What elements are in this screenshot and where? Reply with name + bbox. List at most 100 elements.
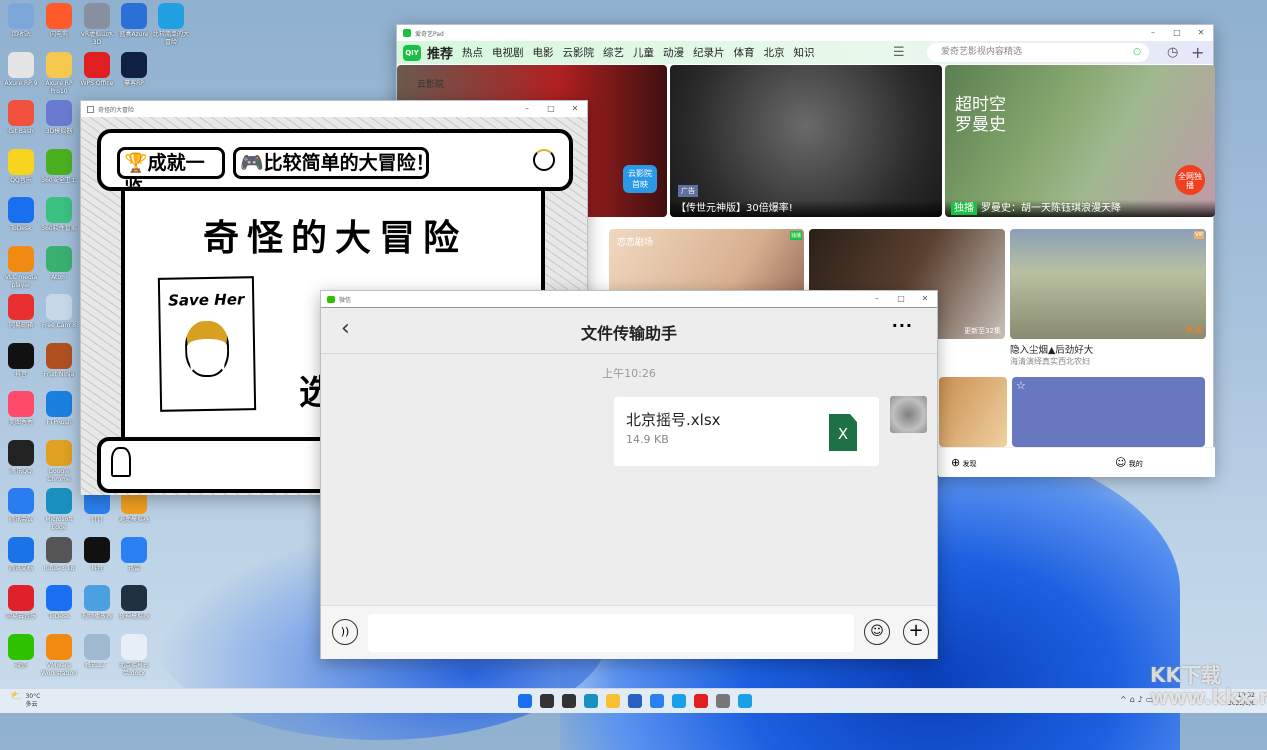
volume-icon[interactable]: ♪ bbox=[1138, 695, 1146, 704]
close-button[interactable]: ✕ bbox=[563, 101, 587, 117]
desktop-icon[interactable]: QQ音乐 bbox=[2, 148, 40, 185]
desktop-icon[interactable]: 格式工厂 bbox=[78, 633, 116, 670]
desktop-icon[interactable]: FTPRush bbox=[40, 391, 78, 427]
desktop-icon[interactable]: Microsoft Edge bbox=[40, 488, 78, 532]
search-input[interactable]: 爱奇艺影视内容精选 ○ bbox=[927, 43, 1149, 62]
wps-icon[interactable] bbox=[694, 694, 708, 708]
achievements-button[interactable]: 🏆成就一览 bbox=[117, 147, 225, 200]
nav-tab[interactable]: 儿童 bbox=[633, 45, 654, 60]
history-icon[interactable]: ◷ bbox=[1167, 45, 1178, 60]
desktop-icon[interactable]: 腾讯会议 bbox=[2, 488, 40, 524]
desktop-icon[interactable]: Atom bbox=[40, 245, 78, 282]
mode-button[interactable]: 🎮比较简单的大冒险！ bbox=[233, 147, 435, 179]
card-title[interactable]: 隐入尘烟▲后劲好大 bbox=[1010, 342, 1093, 356]
desktop-icon[interactable]: 美图秀秀 bbox=[2, 391, 40, 427]
desktop-icon[interactable]: 闪电剪 bbox=[40, 3, 78, 39]
network-icon[interactable]: ⌂ bbox=[1130, 695, 1138, 704]
edge-icon[interactable] bbox=[584, 694, 598, 708]
desktop-icon[interactable]: ToDesk bbox=[40, 585, 78, 621]
video-card[interactable]: ☆ bbox=[1012, 377, 1205, 447]
video-card[interactable]: VIP 9.6 bbox=[1010, 229, 1206, 339]
search-icon[interactable]: ○ bbox=[1133, 43, 1141, 62]
tab-mine[interactable]: ☺ 我的 bbox=[1115, 456, 1143, 469]
desktop-icon[interactable]: Google Chrome bbox=[40, 439, 78, 484]
usb-icon[interactable] bbox=[716, 694, 730, 708]
task-view-icon[interactable] bbox=[562, 694, 576, 708]
desktop-icon[interactable]: 网易云音乐 bbox=[2, 585, 40, 621]
nav-tab[interactable]: 云影院 bbox=[563, 45, 595, 60]
desktop-icon[interactable]: 微信 bbox=[2, 633, 40, 670]
desktop-icon[interactable]: 抖音 bbox=[78, 536, 116, 573]
maximize-button[interactable]: □ bbox=[539, 101, 563, 117]
maximize-button[interactable]: □ bbox=[889, 291, 913, 307]
tab-discover[interactable]: ⊕ 发现 bbox=[951, 456, 976, 469]
search-icon[interactable] bbox=[540, 694, 554, 708]
desktop-icon[interactable]: WPS Office bbox=[78, 51, 116, 88]
desktop-icon[interactable]: 回收站 bbox=[2, 3, 40, 39]
nav-tab[interactable]: 热点 bbox=[462, 45, 483, 60]
tray-overflow-icon[interactable]: ^ bbox=[1120, 695, 1130, 704]
desktop-icon[interactable]: 360安全卫士 bbox=[40, 148, 78, 185]
emoji-icon[interactable]: ☺ bbox=[864, 619, 890, 645]
desktop-icon[interactable]: 3D模拟器 bbox=[40, 100, 78, 136]
file-message[interactable]: 北京摇号.xlsx 14.9 KB X bbox=[614, 397, 879, 466]
nav-tab[interactable]: 电影 bbox=[533, 45, 554, 60]
hero-character-icon[interactable] bbox=[111, 447, 131, 477]
desktop-icon[interactable]: rufus-3.18 bbox=[40, 536, 78, 573]
star-icon[interactable]: ☆ bbox=[1016, 379, 1026, 392]
desktop-icon[interactable]: 比较简单的大冒险 bbox=[152, 3, 190, 47]
more-icon[interactable]: ··· bbox=[892, 316, 913, 335]
desktop-icon[interactable]: 网易邮箱 bbox=[2, 294, 40, 330]
minimize-button[interactable]: – bbox=[865, 291, 889, 307]
nav-tab[interactable]: 北京 bbox=[764, 45, 785, 60]
desktop-icon[interactable]: Axure RP Pro10 bbox=[40, 51, 78, 96]
desktop-icon[interactable]: 北京摇号名单.docx bbox=[115, 633, 153, 678]
add-attachment-icon[interactable]: + bbox=[903, 619, 929, 645]
nav-tab[interactable]: 知识 bbox=[794, 45, 815, 60]
desktop-icon[interactable]: 360软件管家 bbox=[40, 197, 78, 233]
nav-tab[interactable]: 纪录片 bbox=[693, 45, 725, 60]
nav-tab[interactable]: 动漫 bbox=[663, 45, 684, 60]
desktop-icon[interactable]: 腾讯文档 bbox=[2, 536, 40, 573]
voice-icon[interactable]: )) bbox=[332, 619, 358, 645]
banner-card[interactable]: 超时空罗曼史 全网独播 独播 罗曼史：胡一天陈钰琪浪漫天降 bbox=[945, 65, 1215, 217]
save-her-poster[interactable]: Save Her bbox=[157, 276, 257, 412]
desktop-icon[interactable]: 腾讯QQ bbox=[2, 439, 40, 476]
desktop-icon[interactable]: 夜神模拟器 bbox=[115, 585, 153, 621]
weather-widget[interactable]: ⛅ 30°C 多云 bbox=[10, 692, 40, 709]
start-icon[interactable] bbox=[518, 694, 532, 708]
nav-tab[interactable]: 电视剧 bbox=[492, 45, 524, 60]
minimize-button[interactable]: – bbox=[1141, 25, 1165, 41]
store-icon[interactable] bbox=[628, 694, 642, 708]
add-icon[interactable]: + bbox=[1191, 43, 1204, 62]
desktop-icon[interactable]: 迅雷 bbox=[115, 536, 153, 573]
princess-icon[interactable] bbox=[533, 149, 555, 171]
menu-icon[interactable]: ☰ bbox=[893, 45, 905, 60]
desktop-icon[interactable]: VMware Workstation bbox=[40, 633, 78, 678]
desktop-icon[interactable]: VLC media player bbox=[2, 245, 40, 290]
banner-card[interactable]: 广告 【传世元神版】30倍爆率! bbox=[670, 65, 942, 217]
desktop-icon[interactable]: VR虚拟山水3D bbox=[78, 3, 116, 47]
tool-icon[interactable] bbox=[672, 694, 686, 708]
minimize-button[interactable]: – bbox=[515, 101, 539, 117]
desktop-icon[interactable]: 蓝奏Azure bbox=[115, 3, 153, 39]
tool2-icon[interactable] bbox=[738, 694, 752, 708]
desktop-icon[interactable]: Git Bash bbox=[2, 100, 40, 136]
avatar[interactable] bbox=[890, 396, 927, 433]
desktop-icon[interactable]: Fruit Ninja bbox=[40, 342, 78, 379]
nav-tab[interactable]: 体育 bbox=[734, 45, 755, 60]
maximize-button[interactable]: □ bbox=[1165, 25, 1189, 41]
nav-tab[interactable]: 综艺 bbox=[603, 45, 624, 60]
desktop-icon[interactable]: ToDesk bbox=[2, 197, 40, 233]
desktop-icon[interactable]: 摹客RP bbox=[115, 51, 153, 88]
desktop-icon[interactable]: 视频播放器 bbox=[78, 585, 116, 621]
nav-tab[interactable]: 推荐 bbox=[427, 43, 453, 62]
message-input[interactable] bbox=[368, 614, 854, 652]
desktop-icon[interactable]: Free Cam 8 bbox=[40, 294, 78, 330]
video-card[interactable] bbox=[939, 377, 1007, 447]
close-button[interactable]: ✕ bbox=[1189, 25, 1213, 41]
close-button[interactable]: ✕ bbox=[913, 291, 937, 307]
desktop-icon[interactable]: Axure RP 9 bbox=[2, 51, 40, 88]
explorer-icon[interactable] bbox=[606, 694, 620, 708]
desktop-icon[interactable]: 抖音 bbox=[2, 342, 40, 379]
